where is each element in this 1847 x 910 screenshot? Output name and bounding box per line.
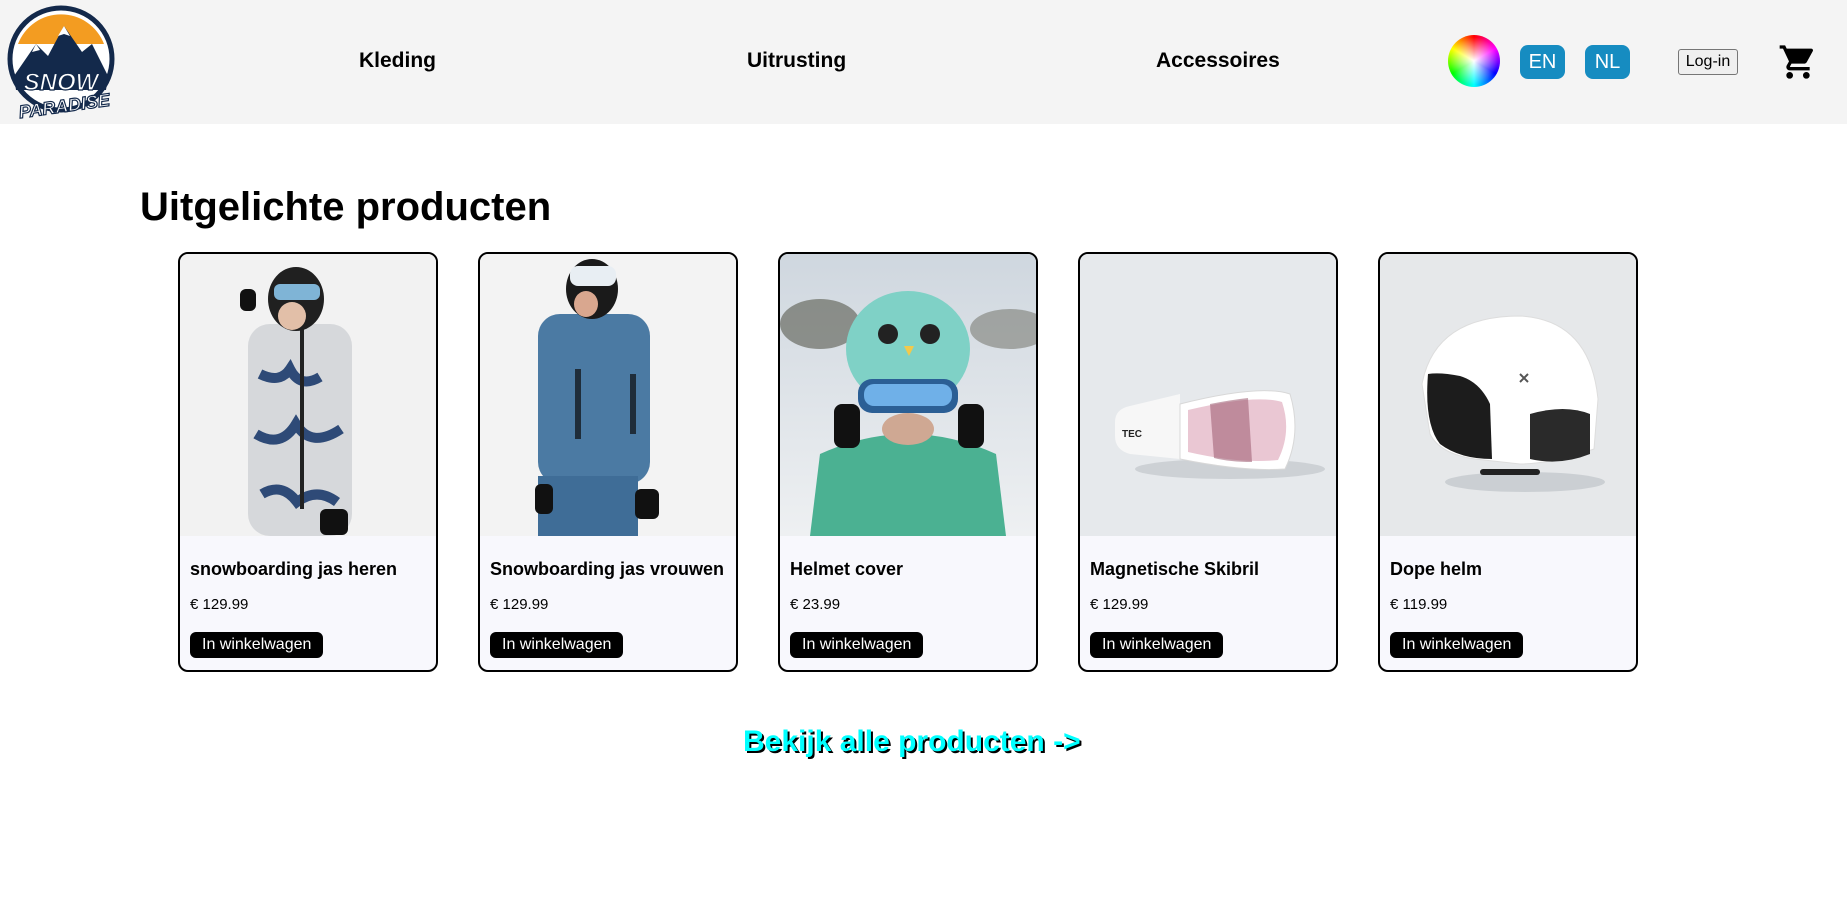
svg-text:TEC: TEC: [1122, 429, 1142, 440]
product-name: Magnetische Skibril: [1090, 559, 1260, 579]
product-card[interactable]: Helmet cover € 23.99 In winkelwagen: [778, 252, 1038, 672]
product-price: € 129.99: [1090, 596, 1149, 613]
product-card[interactable]: Dope helm € 119.99 In winkelwagen: [1378, 252, 1638, 672]
product-price: € 129.99: [490, 596, 549, 613]
lang-en-button[interactable]: EN: [1520, 45, 1565, 79]
product-name: Dope helm: [1390, 559, 1483, 579]
product-name: snowboarding jas heren: [190, 559, 398, 579]
product-image[interactable]: [180, 254, 436, 536]
product-image[interactable]: [1380, 254, 1636, 536]
color-wheel-icon[interactable]: [1448, 35, 1500, 87]
snow-paradise-logo[interactable]: SNOW PARADISE: [6, 4, 116, 123]
site-header: SNOW PARADISE Kleding Uitrusting Accesso…: [0, 0, 1847, 124]
login-button[interactable]: Log-in: [1678, 49, 1738, 75]
product-price: € 23.99: [790, 596, 841, 613]
add-to-cart-button[interactable]: In winkelwagen: [1090, 632, 1224, 658]
cart-icon[interactable]: [1776, 42, 1820, 82]
product-card[interactable]: Snowboarding jas vrouwen € 129.99 In win…: [478, 252, 738, 672]
product-name: Helmet cover: [790, 559, 904, 579]
add-to-cart-button[interactable]: In winkelwagen: [490, 632, 624, 658]
add-to-cart-button[interactable]: In winkelwagen: [790, 632, 924, 658]
add-to-cart-button[interactable]: In winkelwagen: [190, 632, 324, 658]
product-image[interactable]: TEC: [1080, 254, 1336, 536]
product-price: € 119.99: [1390, 596, 1448, 613]
nav-uitrusting[interactable]: Uitrusting: [747, 49, 846, 73]
product-card[interactable]: snowboarding jas heren € 129.99 In winke…: [178, 252, 438, 672]
product-image[interactable]: [780, 254, 1036, 536]
page-title: Uitgelichte producten: [140, 185, 552, 229]
product-price: € 129.99: [190, 596, 249, 613]
product-name: Snowboarding jas vrouwen: [490, 559, 725, 579]
product-card[interactable]: TEC Magnetische Skibril € 129.99 In wink…: [1078, 252, 1338, 672]
nav-kleding[interactable]: Kleding: [359, 49, 436, 73]
nav-accessoires[interactable]: Accessoires: [1156, 49, 1280, 73]
add-to-cart-button[interactable]: In winkelwagen: [1390, 632, 1524, 658]
product-image[interactable]: [480, 254, 736, 536]
see-all-products-link[interactable]: Bekijk alle producten ->: [743, 725, 1081, 759]
lang-nl-button[interactable]: NL: [1585, 45, 1630, 79]
